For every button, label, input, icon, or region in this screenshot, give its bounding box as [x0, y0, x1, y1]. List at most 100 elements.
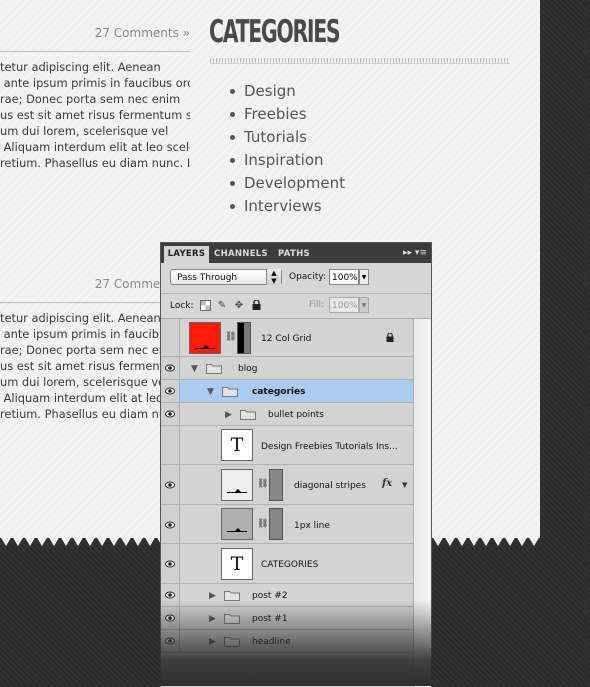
layer-name: CATEGORIES [261, 560, 319, 570]
layer-lock-icon [386, 333, 394, 342]
comments-link[interactable]: 27 Comments » [95, 26, 190, 40]
eye-icon [165, 521, 175, 529]
visibility-toggle[interactable] [161, 505, 180, 543]
layer-row[interactable]: ▼ categories [161, 380, 413, 403]
layers-scrollbar[interactable] [413, 319, 431, 687]
eye-icon [165, 637, 175, 645]
fill-input[interactable]: 100% [329, 297, 359, 313]
layer-name: post #2 [252, 591, 288, 601]
fx-effects-icon[interactable]: fx [382, 478, 392, 489]
eye-icon [165, 560, 175, 568]
folder-icon [222, 387, 238, 397]
category-list: Design Freebies Tutorials Inspiration De… [226, 82, 345, 220]
link-chain-icon: ⛓ [225, 332, 237, 342]
vector-mask-thumbnail [269, 469, 283, 501]
category-link[interactable]: Development [226, 174, 345, 197]
category-link[interactable]: Design [226, 82, 345, 105]
layer-thumbnail [221, 469, 253, 501]
layer-name: post #1 [252, 614, 288, 624]
layer-row[interactable]: ▶ bullet points [161, 403, 413, 426]
visibility-toggle[interactable] [161, 403, 180, 425]
lock-all-icon[interactable] [250, 299, 262, 312]
layer-name: blog [238, 364, 258, 374]
blog-post: 27 Comments » tetur adipiscing elit. Aen… [0, 26, 190, 176]
folder-icon [224, 591, 240, 601]
layer-thumbnail [189, 322, 221, 354]
blend-mode-select[interactable]: Pass Through ▲ ▼ [170, 269, 282, 285]
category-link[interactable]: Freebies [226, 105, 345, 128]
vector-mask-thumbnail [237, 322, 251, 354]
eye-icon [165, 364, 175, 372]
tab-paths[interactable]: PATHS [273, 246, 315, 263]
folder-icon [240, 410, 256, 420]
category-link[interactable]: Interviews [226, 197, 345, 220]
layer-row[interactable]: ⛓ diagonal stripes fx ▼ [161, 465, 413, 505]
eye-icon [165, 614, 175, 622]
lock-transparency-icon[interactable] [199, 300, 211, 312]
opacity-input[interactable]: 100% [329, 269, 359, 285]
expand-triangle-down-icon[interactable]: ▼ [207, 387, 214, 397]
text-layer-thumbnail: T [221, 548, 253, 580]
layer-thumbnail [221, 508, 253, 540]
visibility-toggle[interactable] [161, 357, 180, 379]
layer-name: 1px line [294, 521, 330, 531]
post-divider [0, 51, 190, 52]
expand-triangle-right-icon[interactable]: ▶ [209, 591, 216, 601]
eye-icon [165, 410, 175, 418]
expand-triangle-right-icon[interactable]: ▶ [209, 614, 216, 624]
fill-dropdown-arrow-icon[interactable]: ▼ [359, 297, 369, 313]
layer-row[interactable]: T Design Freebies Tutorials Ins... [161, 426, 413, 465]
eye-icon [165, 481, 175, 489]
visibility-toggle[interactable] [161, 380, 180, 402]
lock-pixels-brush-icon[interactable]: ✎ [216, 300, 228, 312]
effects-expand-arrow-icon[interactable]: ▼ [402, 481, 407, 489]
blend-mode-value: Pass Through [177, 273, 238, 283]
layer-name: 12 Col Grid [261, 334, 312, 344]
layer-row[interactable]: ▶ post #1 [161, 607, 413, 630]
lock-options: Lock: ✎ ✥ Fill: 100% ▼ [161, 294, 431, 319]
categories-heading: CATEGORIES [209, 14, 341, 50]
expand-triangle-right-icon[interactable]: ▶ [209, 637, 216, 647]
layer-row[interactable]: T CATEGORIES [161, 544, 413, 584]
post-excerpt: tetur adipiscing elit. Aenean ante ipsum… [0, 60, 190, 170]
eye-icon [165, 591, 175, 599]
layer-row[interactable]: ▼ blog [161, 357, 413, 380]
category-link[interactable]: Inspiration [226, 151, 345, 174]
link-chain-icon: ⛓ [257, 479, 269, 489]
tab-layers[interactable]: LAYERS [164, 246, 209, 263]
lock-position-move-icon[interactable]: ✥ [233, 300, 245, 312]
opacity-label: Opacity: [289, 272, 326, 282]
eye-icon [165, 387, 175, 395]
visibility-toggle[interactable] [161, 544, 180, 583]
folder-icon [206, 364, 222, 374]
layer-name: Design Freebies Tutorials Ins... [261, 442, 398, 452]
layer-row[interactable]: ⛓ 12 Col Grid [161, 319, 413, 357]
link-chain-icon: ⛓ [257, 519, 269, 529]
visibility-toggle[interactable] [161, 426, 180, 464]
updown-arrows-icon: ▲ ▼ [266, 269, 281, 285]
lock-label: Lock: [170, 301, 194, 311]
layers-panel: LAYERS CHANNELS PATHS ▸▸ ▾≡ Pass Through… [160, 242, 432, 687]
expand-triangle-right-icon[interactable]: ▶ [225, 410, 232, 420]
folder-icon [224, 637, 240, 647]
layer-row[interactable]: ⛓ 1px line [161, 505, 413, 544]
layer-row[interactable]: ▶ headline [161, 630, 413, 653]
opacity-dropdown-arrow-icon[interactable]: ▼ [359, 269, 369, 285]
visibility-toggle[interactable] [161, 630, 180, 652]
layer-row[interactable]: ▶ post #2 [161, 584, 413, 607]
expand-triangle-down-icon[interactable]: ▼ [191, 364, 198, 374]
visibility-toggle[interactable] [161, 584, 180, 606]
text-layer-thumbnail: T [221, 429, 253, 461]
category-link[interactable]: Tutorials [226, 128, 345, 151]
tab-channels[interactable]: CHANNELS [212, 246, 270, 263]
heading-line [210, 63, 510, 64]
layer-name: categories [252, 387, 306, 397]
visibility-toggle[interactable] [161, 319, 180, 356]
panel-tabbar: LAYERS CHANNELS PATHS ▸▸ ▾≡ [161, 243, 431, 263]
fill-label: Fill: [309, 300, 325, 310]
visibility-toggle[interactable] [161, 607, 180, 629]
layer-name: headline [252, 637, 291, 647]
panel-menu-icon[interactable]: ▸▸ ▾≡ [403, 246, 427, 260]
blend-options: Pass Through ▲ ▼ Opacity: 100% ▼ [161, 263, 431, 294]
visibility-toggle[interactable] [161, 465, 180, 504]
